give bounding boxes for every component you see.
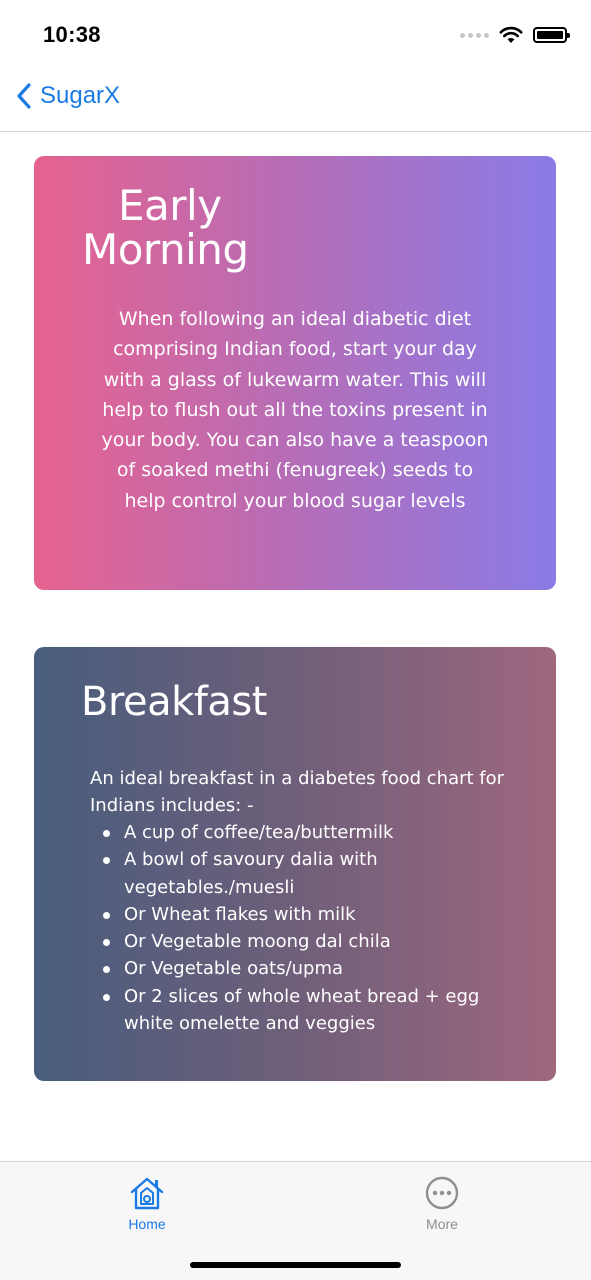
list-item: Or Vegetable oats/upma bbox=[90, 955, 510, 982]
tab-more[interactable]: More bbox=[382, 1174, 502, 1232]
home-icon bbox=[130, 1177, 164, 1210]
early-morning-card: Early Morning When following an ideal di… bbox=[34, 156, 556, 590]
card-title-line2: Morning bbox=[82, 225, 249, 274]
tab-label: Home bbox=[128, 1216, 166, 1232]
list-item: Or Wheat flakes with milk bbox=[90, 901, 510, 928]
list-item: Or 2 slices of whole wheat bread + egg w… bbox=[90, 983, 510, 1038]
card-title-line1: Early bbox=[118, 181, 222, 230]
breakfast-list: A cup of coffee/tea/buttermilk A bowl of… bbox=[90, 819, 510, 1037]
list-item: A bowl of savoury dalia with vegetables.… bbox=[90, 846, 510, 901]
wifi-icon bbox=[499, 26, 523, 43]
card-title: Breakfast bbox=[81, 679, 267, 725]
breakfast-card: Breakfast An ideal breakfast in a diabet… bbox=[34, 647, 556, 1081]
chevron-left-icon bbox=[17, 83, 31, 109]
more-icon bbox=[425, 1176, 459, 1210]
card-body: When following an ideal diabetic diet co… bbox=[101, 308, 489, 512]
battery-icon bbox=[533, 27, 570, 43]
home-indicator[interactable] bbox=[190, 1262, 401, 1268]
card-intro: An ideal breakfast in a diabetes food ch… bbox=[90, 768, 505, 817]
tab-home[interactable]: Home bbox=[87, 1174, 207, 1232]
tab-label: More bbox=[426, 1216, 458, 1232]
screen: 10:38 SugarX Early Morning When followin… bbox=[0, 0, 591, 1280]
status-icons bbox=[460, 26, 570, 44]
list-item: Or Vegetable moong dal chila bbox=[90, 928, 510, 955]
back-label: SugarX bbox=[40, 82, 121, 109]
back-button[interactable]: SugarX bbox=[16, 82, 120, 110]
status-bar: 10:38 bbox=[0, 0, 591, 70]
card-title: Early Morning bbox=[82, 184, 342, 272]
list-item: A cup of coffee/tea/buttermilk bbox=[90, 819, 510, 846]
cellular-signal-icon bbox=[460, 32, 489, 38]
status-time: 10:38 bbox=[43, 22, 101, 47]
navigation-bar: SugarX bbox=[0, 70, 591, 132]
